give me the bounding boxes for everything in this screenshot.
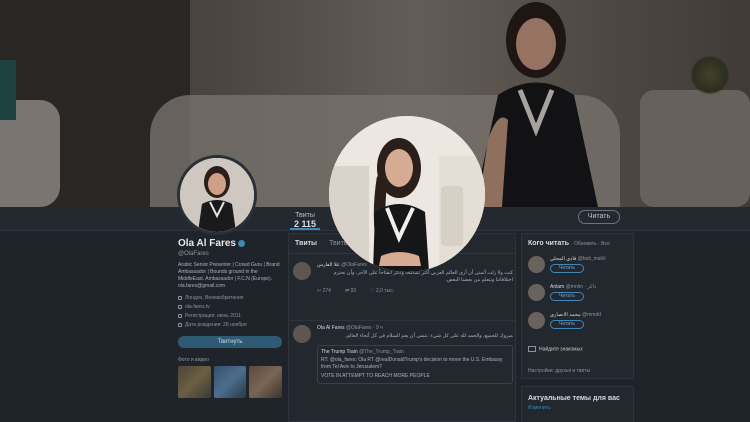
suggestion-name[interactable]: Anlam (550, 284, 564, 290)
tweet-author[interactable]: علا الفارس (317, 262, 340, 268)
like-count: 2,0 тыс. (375, 288, 395, 294)
website-row[interactable]: ola-fares.tv (178, 303, 282, 312)
reply-count: 274 (322, 288, 331, 294)
suggestion-avatar[interactable] (528, 256, 545, 273)
suggestion-name-row: Anlam @mnlm · ذاكر (550, 284, 596, 290)
profile-meta: Лондон, Великобритания ola-fares.tv Реги… (178, 294, 282, 330)
suggestion-handle: @fadi_mahli (577, 256, 606, 262)
quoted-author-row: The Trump Train @The_Trump_Train (321, 349, 509, 355)
quoted-author: The Trump Train (321, 349, 358, 355)
active-tab-indicator (290, 228, 320, 230)
retweet-count: 93 (350, 288, 357, 294)
balloon-icon (178, 322, 182, 327)
profile-sidebar: Ola Al Fares @OlaFares Arabic Senior Pre… (178, 238, 283, 398)
who-to-follow-subtitle[interactable]: · Обновить · Все (571, 241, 610, 247)
profile-handle[interactable]: @OlaFares (178, 251, 282, 257)
tweet-author[interactable]: Ola Al Fares (317, 325, 345, 331)
tweet-to-button[interactable]: Твитнуть (178, 336, 282, 348)
trends-change-link[interactable]: Изменить (528, 405, 551, 411)
who-to-follow-panel: Кого читать · Обновить · Все فادي المحلي… (521, 233, 634, 379)
profile-name: Ola Al Fares (178, 238, 236, 249)
tweet-avatar[interactable] (293, 325, 311, 343)
find-friends-link[interactable]: Найдите знакомых (528, 346, 583, 352)
profile-avatar[interactable] (177, 155, 257, 235)
trends-panel: Актуальные темы для вас Изменить (521, 386, 634, 422)
tweet-text: كنت ولا زلت أتمنى أن أرى العالم العربي أ… (333, 270, 513, 283)
find-friends-subtitle[interactable]: Настройки: друзья и твиты (528, 368, 590, 374)
media-thumbnail[interactable] (178, 366, 211, 398)
tweet-divider (289, 320, 515, 321)
profile-bio: Arabic Senior Presenter | Crowd Guru | B… (178, 262, 280, 289)
suggestion-name-row: فادي المحلي @fadi_mahli (550, 256, 606, 262)
featured-portrait (329, 116, 485, 272)
media-label[interactable]: Фото и видео (178, 357, 282, 363)
follow-button[interactable]: Читать (578, 210, 620, 224)
birthday-row: Дата рождения: 28 ноября (178, 321, 282, 330)
tab-tweets-timeline[interactable]: Твиты (295, 240, 317, 247)
suggestion-avatar[interactable] (528, 312, 545, 329)
screen: Твиты 2 115 Читать Ola Al Fares @OlaFare… (0, 0, 750, 422)
birthday-text: Дата рождения: 28 ноября (185, 322, 247, 328)
quoted-tweet[interactable]: The Trump Train @The_Trump_Train RT: @ol… (317, 345, 513, 384)
profile-name-row: Ola Al Fares (178, 238, 282, 249)
tab-tweets-label: Твиты (295, 212, 315, 219)
media-thumbnail[interactable] (213, 366, 247, 398)
like-button[interactable]: ♡ 2,0 тыс. (370, 288, 394, 294)
suggestion-item[interactable]: محمد الانصاري @mmdd Читать (528, 312, 632, 334)
suggestion-handle: @mmdd (582, 312, 601, 318)
location-text: Лондон, Великобритания (185, 295, 244, 301)
suggestion-handle: @mnlm · ذاكر (565, 284, 597, 290)
who-to-follow-title-row: Кого читать · Обновить · Все (528, 240, 610, 247)
reply-button[interactable]: ↩ 274 (317, 288, 331, 294)
tweet-handle[interactable]: @OlaFares · 9 ч (346, 325, 383, 331)
contacts-icon (528, 346, 536, 352)
calendar-icon (178, 313, 182, 318)
retweet-button[interactable]: ⇄ 93 (345, 288, 356, 294)
quoted-handle: @The_Trump_Train (359, 349, 404, 355)
tab-tweets[interactable]: Твиты 2 115 (290, 212, 320, 229)
suggestion-follow-button[interactable]: Читать (550, 292, 584, 301)
trends-title: Актуальные темы для вас (528, 395, 620, 402)
tweet-avatar[interactable] (293, 262, 311, 280)
tweet-handle[interactable]: @OlaFares (341, 262, 367, 268)
avatar-image (180, 158, 254, 232)
tweet-item[interactable]: Ola Al Fares @OlaFares · 9 ч مبروك للجمي… (293, 325, 513, 384)
media-thumbnails (178, 366, 283, 398)
joined-row: Регистрация: июнь 2011 (178, 312, 282, 321)
quoted-text: RT: @ola_fares: Ola RT @realDonaldTrump'… (321, 357, 503, 370)
suggestion-name-row: محمد الانصاري @mmdd (550, 312, 601, 318)
website-text[interactable]: ola-fares.tv (185, 304, 210, 310)
suggestion-avatar[interactable] (528, 284, 545, 301)
tab-tweets-count: 2 115 (293, 219, 317, 229)
tweet-header: Ola Al Fares @OlaFares · 9 ч (317, 325, 513, 331)
verified-icon (238, 239, 245, 247)
suggestion-name[interactable]: فادي المحلي (550, 256, 576, 262)
suggestion-item[interactable]: فادي المحلي @fadi_mahli Читать (528, 256, 632, 278)
suggestion-name[interactable]: محمد الانصاري (550, 312, 581, 318)
tweet-actions: ↩ 274 ⇄ 93 ♡ 2,0 тыс. (317, 288, 513, 294)
link-icon (178, 304, 182, 309)
joined-text: Регистрация: июнь 2011 (185, 313, 242, 319)
suggestion-follow-button[interactable]: Читать (550, 264, 584, 273)
location-row: Лондон, Великобритания (178, 294, 282, 303)
who-to-follow-title: Кого читать (528, 240, 570, 247)
tweet-text: مبروك للجميع، والحمد لله على كل شيء. نتم… (345, 333, 513, 339)
location-icon (178, 295, 182, 300)
find-friends-label: Найдите знакомых (539, 346, 583, 353)
suggestion-follow-button[interactable]: Читать (550, 320, 584, 329)
quoted-text-secondary: VOTE IN ATTEMPT TO REACH MORE PEOPLE (321, 373, 430, 379)
suggestion-item[interactable]: Anlam @mnlm · ذاكر Читать (528, 284, 632, 306)
media-thumbnail[interactable] (249, 366, 283, 398)
portrait-image (329, 116, 485, 272)
